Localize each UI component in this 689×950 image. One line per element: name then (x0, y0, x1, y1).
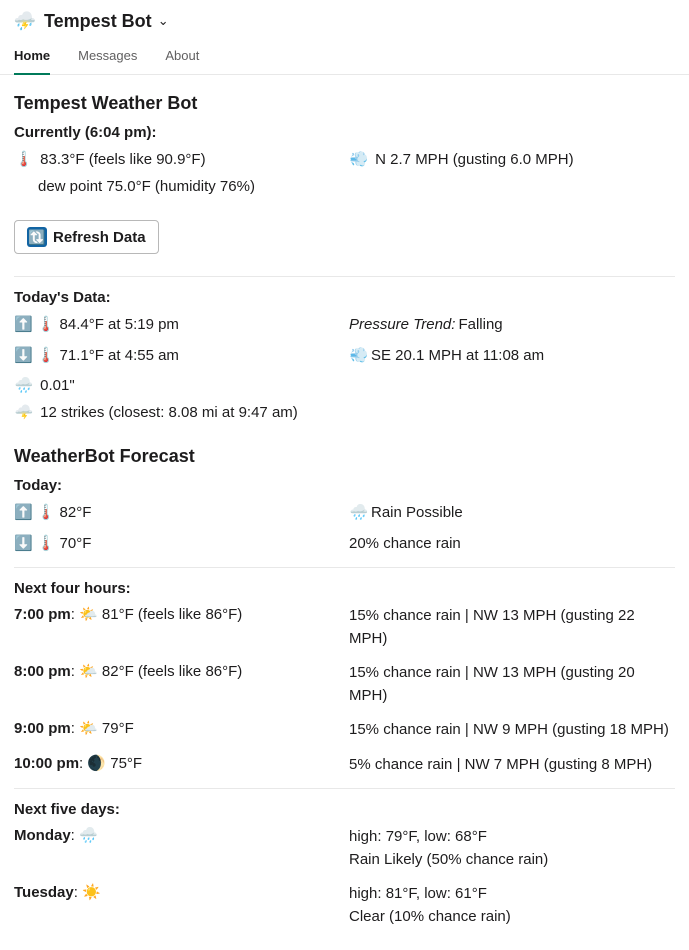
hourly-right: 15% chance rain | NW 9 MPH (gusting 18 M… (349, 719, 675, 742)
today-rain-text: 0.01" (40, 377, 75, 394)
current-dew-text: dew point 75.0°F (humidity 76%) (38, 178, 255, 195)
pressure-label: Pressure Trend: (349, 314, 455, 337)
current-wind-text: N 2.7 MPH (gusting 6.0 MPH) (375, 151, 573, 168)
wind-icon: 💨 (349, 345, 369, 368)
forecast-low-text: 70°F (60, 533, 92, 556)
daily-row: Tuesday: ☀️high: 81°F, low: 61°FClear (1… (14, 883, 675, 928)
current-temp-line: 🌡️ 83.3°F (feels like 90.9°F) (14, 149, 255, 172)
hourly-right: 5% chance rain | NW 7 MPH (gusting 8 MPH… (349, 754, 675, 777)
hourly-row: 8:00 pm: 🌤️ 82°F (feels like 86°F)15% ch… (14, 662, 675, 707)
daily-right: high: 79°F, low: 68°FRain Likely (50% ch… (349, 826, 675, 871)
tab-home[interactable]: Home (14, 40, 50, 75)
low-icons: ⬇️ 🌡️ (14, 345, 56, 368)
hourly-row: 10:00 pm: 🌒 75°F5% chance rain | NW 7 MP… (14, 754, 675, 777)
hourly-temp: 75°F (110, 755, 142, 772)
daily-weather-icon: 🌧️ (79, 827, 98, 844)
rain-icon: 🌧️ (14, 375, 34, 398)
today-strike-text: 12 strikes (closest: 8.08 mi at 9:47 am) (40, 404, 298, 421)
current-temp-text: 83.3°F (feels like 90.9°F) (40, 151, 205, 168)
hourly-weather-icon: 🌤️ (79, 663, 98, 680)
daily-cond: Clear (10% chance rain) (349, 906, 675, 929)
tab-bar: Home Messages About (0, 40, 689, 75)
hourly-temp: 79°F (102, 720, 134, 737)
rain-icon: 🌧️ (349, 502, 369, 525)
hourly-left: 8:00 pm: 🌤️ 82°F (feels like 86°F) (14, 662, 349, 707)
wind-icon: 💨 (349, 149, 369, 172)
pressure-value: Falling (458, 314, 502, 337)
hourly-time: 9:00 pm (14, 720, 71, 737)
current-dew-line: dew point 75.0°F (humidity 76%) (14, 176, 255, 199)
daily-weather-icon: ☀️ (82, 884, 101, 901)
high-icons: ⬆️ 🌡️ (14, 314, 56, 337)
pressure-line: Pressure Trend: Falling (349, 314, 675, 337)
hourly-temp: 82°F (feels like 86°F) (102, 663, 242, 680)
daily-name: Tuesday (14, 884, 74, 901)
weather-title: Tempest Weather Bot (14, 93, 675, 114)
forecast-cond-text: Rain Possible (371, 502, 463, 525)
today-high-text: 84.4°F at 5:19 pm (60, 314, 179, 337)
todays-data-label: Today's Data: (14, 289, 675, 306)
today-low-line: ⬇️ 🌡️ 71.1°F at 4:55 am (14, 345, 349, 368)
daily-right: high: 81°F, low: 61°FClear (10% chance r… (349, 883, 675, 928)
hourly-time: 7:00 pm (14, 606, 71, 623)
forecast-high-text: 82°F (60, 502, 92, 525)
tab-messages[interactable]: Messages (78, 40, 137, 75)
next-hours-label: Next four hours: (14, 580, 675, 597)
hourly-left: 7:00 pm: 🌤️ 81°F (feels like 86°F) (14, 605, 349, 650)
currently-label: Currently (6:04 pm): (14, 124, 675, 141)
daily-highlow: high: 81°F, low: 61°F (349, 883, 675, 906)
hourly-time: 8:00 pm (14, 663, 71, 680)
forecast-cond-line: 🌧️ Rain Possible (349, 502, 675, 525)
daily-highlow: high: 79°F, low: 68°F (349, 826, 675, 849)
next-days-label: Next five days: (14, 801, 675, 818)
divider (14, 567, 675, 568)
lightning-icon: 🌩️ (14, 402, 34, 425)
daily-row: Monday: 🌧️high: 79°F, low: 68°FRain Like… (14, 826, 675, 871)
app-header: ⛈️ Tempest Bot ⌄ (0, 0, 689, 40)
refresh-button[interactable]: 🔃 Refresh Data (14, 220, 159, 254)
hourly-time: 10:00 pm (14, 755, 79, 772)
today-rain-line: 🌧️ 0.01" (14, 375, 675, 398)
divider (14, 788, 675, 789)
forecast-chance-line: 20% chance rain (349, 533, 675, 556)
forecast-low-line: ⬇️ 🌡️ 70°F (14, 533, 349, 556)
today-strike-line: 🌩️ 12 strikes (closest: 8.08 mi at 9:47 … (14, 402, 675, 425)
tab-about[interactable]: About (165, 40, 199, 75)
refresh-icon: 🔃 (27, 227, 47, 247)
low-icons: ⬇️ 🌡️ (14, 533, 56, 556)
current-wind-line: 💨 N 2.7 MPH (gusting 6.0 MPH) (349, 149, 574, 172)
today-wind-text: SE 20.1 MPH at 11:08 am (371, 345, 544, 368)
hourly-row: 7:00 pm: 🌤️ 81°F (feels like 86°F)15% ch… (14, 605, 675, 650)
high-icons: ⬆️ 🌡️ (14, 502, 56, 525)
today-low-text: 71.1°F at 4:55 am (60, 345, 179, 368)
app-icon: ⛈️ (14, 10, 36, 32)
thermometer-icon: 🌡️ (14, 149, 34, 172)
daily-name: Monday (14, 827, 71, 844)
daily-left: Tuesday: ☀️ (14, 883, 349, 928)
daily-left: Monday: 🌧️ (14, 826, 349, 871)
forecast-today-label: Today: (14, 477, 675, 494)
hourly-right: 15% chance rain | NW 13 MPH (gusting 22 … (349, 605, 675, 650)
hourly-row: 9:00 pm: 🌤️ 79°F15% chance rain | NW 9 M… (14, 719, 675, 742)
chevron-down-icon[interactable]: ⌄ (158, 13, 169, 29)
forecast-high-line: ⬆️ 🌡️ 82°F (14, 502, 349, 525)
daily-cond: Rain Likely (50% chance rain) (349, 849, 675, 872)
today-high-line: ⬆️ 🌡️ 84.4°F at 5:19 pm (14, 314, 349, 337)
hourly-temp: 81°F (feels like 86°F) (102, 606, 242, 623)
refresh-button-label: Refresh Data (53, 229, 146, 246)
today-wind-line: 💨 SE 20.1 MPH at 11:08 am (349, 345, 675, 368)
hourly-left: 10:00 pm: 🌒 75°F (14, 754, 349, 777)
hourly-weather-icon: 🌤️ (79, 720, 98, 737)
content-area: Tempest Weather Bot Currently (6:04 pm):… (0, 75, 689, 950)
divider (14, 276, 675, 277)
hourly-weather-icon: 🌤️ (79, 606, 98, 623)
hourly-right: 15% chance rain | NW 13 MPH (gusting 20 … (349, 662, 675, 707)
hourly-weather-icon: 🌒 (87, 755, 106, 772)
forecast-title: WeatherBot Forecast (14, 446, 675, 467)
app-title[interactable]: Tempest Bot (44, 11, 152, 32)
hourly-left: 9:00 pm: 🌤️ 79°F (14, 719, 349, 742)
forecast-chance-text: 20% chance rain (349, 533, 461, 556)
